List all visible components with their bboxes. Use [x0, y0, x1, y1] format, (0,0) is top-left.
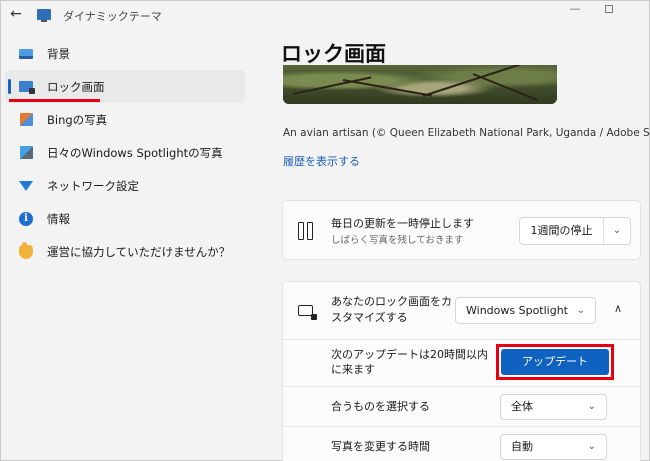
chevron-down-icon[interactable]: ⌄ — [604, 218, 630, 244]
customize-lock-screen-card: あなたのロック画面をカスタマイズする Windows Spotlight ⌄ ∧… — [282, 281, 641, 461]
wifi-icon — [19, 179, 33, 193]
sidebar-item-background[interactable]: 背景 — [5, 37, 245, 70]
maximize-icon — [605, 5, 613, 13]
sidebar-item-label: 背景 — [47, 46, 70, 61]
help-icon — [19, 241, 33, 259]
next-update-label: 次のアップデートは20時間以内に来ます — [331, 348, 488, 376]
info-icon: i — [19, 211, 33, 226]
minimize-button[interactable]: — — [557, 1, 593, 21]
page-title: ロック画面 — [281, 42, 386, 66]
back-button[interactable]: ← — [5, 3, 27, 25]
lock-screen-preview — [283, 65, 557, 104]
change-time-value: 自動 — [511, 440, 533, 453]
sidebar-item-label: 日々のWindows Spotlightの写真 — [47, 145, 223, 160]
sidebar-item-network[interactable]: ネットワーク設定 — [5, 169, 245, 202]
sidebar: 背景 ロック画面 Bingの写真 日々のWindows Spotlightの写真… — [5, 37, 245, 268]
sidebar-item-label: Bingの写真 — [47, 112, 108, 127]
sidebar-item-spotlight[interactable]: 日々のWindows Spotlightの写真 — [5, 136, 245, 169]
maximize-button[interactable] — [591, 1, 627, 21]
match-label: 合うものを選択する — [331, 400, 430, 413]
window-title: ダイナミックテーマ — [63, 10, 162, 23]
pause-updates-card: 毎日の更新を一時停止します しばらく写真を残しておきます 1週間の停止 ⌄ — [282, 200, 641, 260]
sidebar-item-label: ロック画面 — [47, 79, 105, 94]
change-time-row: 写真を変更する時間 自動 ⌄ — [283, 426, 640, 461]
pause-duration-dropdown[interactable]: 1週間の停止 ⌄ — [519, 217, 631, 245]
chevron-down-icon: ⌄ — [576, 305, 585, 316]
sidebar-item-label: 情報 — [47, 211, 70, 226]
chevron-down-icon: ⌄ — [587, 401, 596, 412]
lock-screen-customize-icon — [298, 305, 317, 320]
lock-screen-source-dropdown[interactable]: Windows Spotlight ⌄ — [455, 297, 596, 324]
pause-title: 毎日の更新を一時停止します — [331, 217, 474, 230]
chevron-down-icon: ⌄ — [587, 441, 596, 452]
match-value: 全体 — [511, 400, 533, 413]
title-bar: ← ダイナミックテーマ — — [1, 1, 649, 29]
change-time-label: 写真を変更する時間 — [331, 440, 430, 453]
customize-title: あなたのロック画面をカスタマイズする — [331, 295, 452, 324]
change-time-dropdown[interactable]: 自動 ⌄ — [500, 434, 607, 460]
sidebar-item-feedback[interactable]: 運営に協力していただけませんか？ — [5, 235, 245, 268]
sidebar-item-label: 運営に協力していただけませんか？ — [47, 244, 231, 259]
sidebar-item-bing[interactable]: Bingの写真 — [5, 103, 245, 136]
highlight-underline — [9, 99, 100, 102]
sidebar-item-info[interactable]: i 情報 — [5, 202, 245, 235]
next-update-row: 次のアップデートは20時間以内に来ます アップデート — [283, 339, 640, 386]
match-dropdown[interactable]: 全体 ⌄ — [500, 394, 607, 420]
pause-subtitle: しばらく写真を残しておきます — [331, 235, 464, 246]
update-button[interactable]: アップデート — [501, 349, 609, 375]
app-window: ← ダイナミックテーマ — 背景 ロック画面 Bingの写真 日々のWindow… — [0, 0, 650, 461]
lock-screen-source-value: Windows Spotlight — [466, 304, 568, 317]
app-icon — [37, 9, 51, 22]
bing-icon — [19, 113, 33, 127]
sidebar-item-label: ネットワーク設定 — [47, 178, 139, 193]
view-history-link[interactable]: 履歴を表示する — [283, 153, 360, 169]
match-row: 合うものを選択する 全体 ⌄ — [283, 386, 640, 426]
pause-icon — [298, 222, 313, 240]
background-icon — [19, 47, 33, 61]
spotlight-icon — [19, 146, 33, 160]
chevron-up-icon[interactable]: ∧ — [614, 302, 622, 315]
pause-duration-value: 1週間の停止 — [520, 218, 604, 244]
active-indicator — [8, 79, 11, 94]
lock-screen-icon — [19, 80, 35, 94]
update-highlight-box: アップデート — [496, 344, 614, 380]
image-credit: An avian artisan (© Queen Elizabeth Nati… — [283, 127, 650, 139]
